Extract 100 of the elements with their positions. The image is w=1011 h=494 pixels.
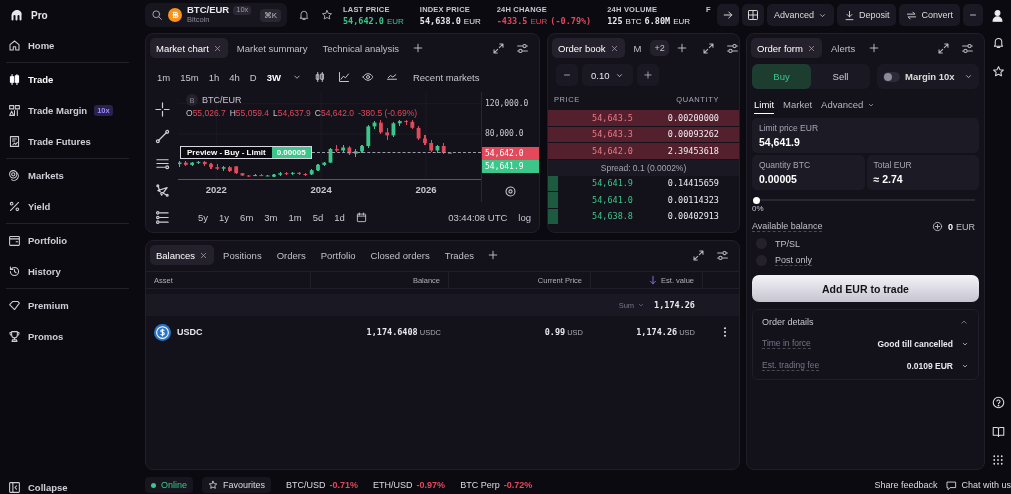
tab[interactable]: Market chart: [150, 38, 228, 58]
tab[interactable]: M: [627, 38, 648, 58]
order-type-tab[interactable]: Limit: [754, 96, 775, 114]
decrease-button[interactable]: [556, 64, 578, 86]
log-scale-button[interactable]: log: [518, 211, 531, 223]
tab[interactable]: Order form: [751, 38, 822, 58]
value-select[interactable]: Good till cancelled: [877, 338, 969, 349]
chat-button[interactable]: Chat with us: [946, 479, 1011, 491]
close-icon[interactable]: [609, 43, 619, 53]
toolbar-button[interactable]: Convert: [899, 4, 960, 26]
add-tab-icon[interactable]: [412, 42, 425, 54]
trend-line-icon[interactable]: [154, 129, 170, 144]
ticker-symbol[interactable]: ETH/USD: [373, 480, 413, 490]
tab[interactable]: Alerts: [824, 38, 862, 58]
range-button[interactable]: 3m: [264, 211, 278, 223]
nav-item[interactable]: Premium: [0, 290, 137, 321]
range-button[interactable]: 1d: [334, 211, 345, 223]
bell-icon[interactable]: [991, 36, 1005, 49]
nav-item[interactable]: Markets: [0, 160, 137, 191]
user-icon[interactable]: [991, 8, 1004, 22]
toggle-switch[interactable]: [883, 71, 900, 82]
close-icon[interactable]: [806, 43, 816, 53]
eye-icon[interactable]: [361, 71, 374, 83]
expand-icon[interactable]: [492, 41, 505, 55]
tab[interactable]: Market summary: [230, 38, 314, 58]
candlestick-icon[interactable]: [313, 71, 326, 83]
tab[interactable]: Positions: [217, 245, 268, 265]
timeframe-button[interactable]: 1h: [203, 71, 225, 83]
side-tab[interactable]: Buy: [752, 64, 811, 89]
line-chart-icon[interactable]: [337, 71, 350, 83]
input-field[interactable]: Limit price EUR 54,641.9: [752, 118, 979, 153]
toolbar-button[interactable]: Advanced: [766, 4, 834, 26]
slider-thumb[interactable]: [752, 196, 760, 204]
expand-icon[interactable]: [701, 41, 715, 55]
settings-icon[interactable]: [516, 41, 529, 55]
tab[interactable]: Closed orders: [364, 245, 436, 265]
nav-item[interactable]: Trade: [0, 64, 137, 95]
settings-icon[interactable]: [716, 248, 729, 262]
tab[interactable]: Orders: [270, 245, 312, 265]
range-button[interactable]: 6m: [240, 211, 254, 223]
range-button[interactable]: 5y: [198, 211, 209, 223]
recent-markets-button[interactable]: Recent markets: [407, 71, 485, 83]
value-select[interactable]: 0.0109 EUR: [906, 360, 969, 371]
timeframe-button[interactable]: 1m: [152, 71, 176, 83]
order-type-tab[interactable]: Market: [783, 96, 813, 114]
nav-item[interactable]: Home: [0, 30, 137, 61]
tab[interactable]: Technical analysis: [316, 38, 406, 58]
tab[interactable]: Order book: [552, 38, 625, 58]
order-type-tab[interactable]: Advanced: [821, 96, 876, 114]
help-icon[interactable]: [991, 396, 1005, 409]
nav-item[interactable]: Portfolio: [0, 225, 137, 256]
order-preview-line[interactable]: Preview - Buy - Limit 0.00005: [180, 146, 481, 160]
range-button[interactable]: 5d: [312, 211, 324, 223]
more-tabs-badge[interactable]: +2: [650, 40, 669, 56]
tab[interactable]: Trades: [438, 245, 480, 265]
close-icon[interactable]: [199, 250, 209, 260]
timeframe-button[interactable]: D: [244, 71, 262, 83]
layout-button[interactable]: [741, 4, 764, 26]
collapse-button[interactable]: Collapse: [0, 480, 137, 494]
nav-item[interactable]: Yield: [0, 191, 137, 222]
add-funds-button[interactable]: Add EUR to trade: [752, 275, 979, 302]
nav-item[interactable]: History: [0, 256, 137, 287]
chevron-down-icon[interactable]: [291, 72, 302, 82]
forward-button[interactable]: [716, 4, 739, 26]
apps-icon[interactable]: [992, 454, 1004, 466]
toolbar-button[interactable]: Deposit: [836, 4, 897, 26]
timeframe-button[interactable]: 4h: [224, 71, 245, 83]
target-icon[interactable]: [504, 185, 517, 198]
range-button[interactable]: 1m: [288, 211, 302, 223]
expand-icon[interactable]: [937, 41, 950, 55]
margin-select[interactable]: Margin 10x: [877, 64, 979, 89]
input-field[interactable]: Quantity BTC 0.00005: [752, 155, 865, 190]
timeframe-button[interactable]: 15m: [175, 71, 204, 83]
ticker-symbol[interactable]: BTC/USD: [286, 480, 326, 490]
close-icon[interactable]: [212, 43, 222, 53]
tick-size-select[interactable]: 0.10: [582, 64, 633, 86]
pattern-icon[interactable]: [154, 183, 170, 198]
star-icon[interactable]: [321, 9, 333, 21]
horizontal-lines-icon[interactable]: [154, 156, 170, 171]
increase-button[interactable]: [636, 64, 659, 86]
nav-item[interactable]: Promos: [0, 321, 137, 352]
add-funds-icon[interactable]: [931, 221, 943, 232]
side-tab[interactable]: Sell: [811, 64, 870, 89]
crosshair-icon[interactable]: [154, 102, 170, 117]
timeframe-button[interactable]: 3W: [261, 71, 286, 83]
range-button[interactable]: 1y: [219, 211, 230, 223]
tab[interactable]: Balances: [150, 245, 215, 265]
add-tab-icon[interactable]: [868, 42, 881, 54]
menu-button[interactable]: [963, 4, 983, 26]
favourites-button[interactable]: Favourites: [202, 477, 272, 493]
book-icon[interactable]: [991, 425, 1005, 438]
nav-item[interactable]: Trade Futures: [0, 126, 137, 157]
search-icon[interactable]: [151, 9, 163, 21]
star-icon[interactable]: [991, 65, 1005, 78]
expand-icon[interactable]: [692, 248, 705, 262]
input-field[interactable]: Total EUR ≈ 2.74: [866, 155, 979, 190]
bell-icon[interactable]: [298, 9, 310, 21]
calendar-icon[interactable]: [355, 211, 367, 223]
feedback-link[interactable]: Share feedback: [874, 480, 938, 490]
tab[interactable]: Portfolio: [314, 245, 362, 265]
